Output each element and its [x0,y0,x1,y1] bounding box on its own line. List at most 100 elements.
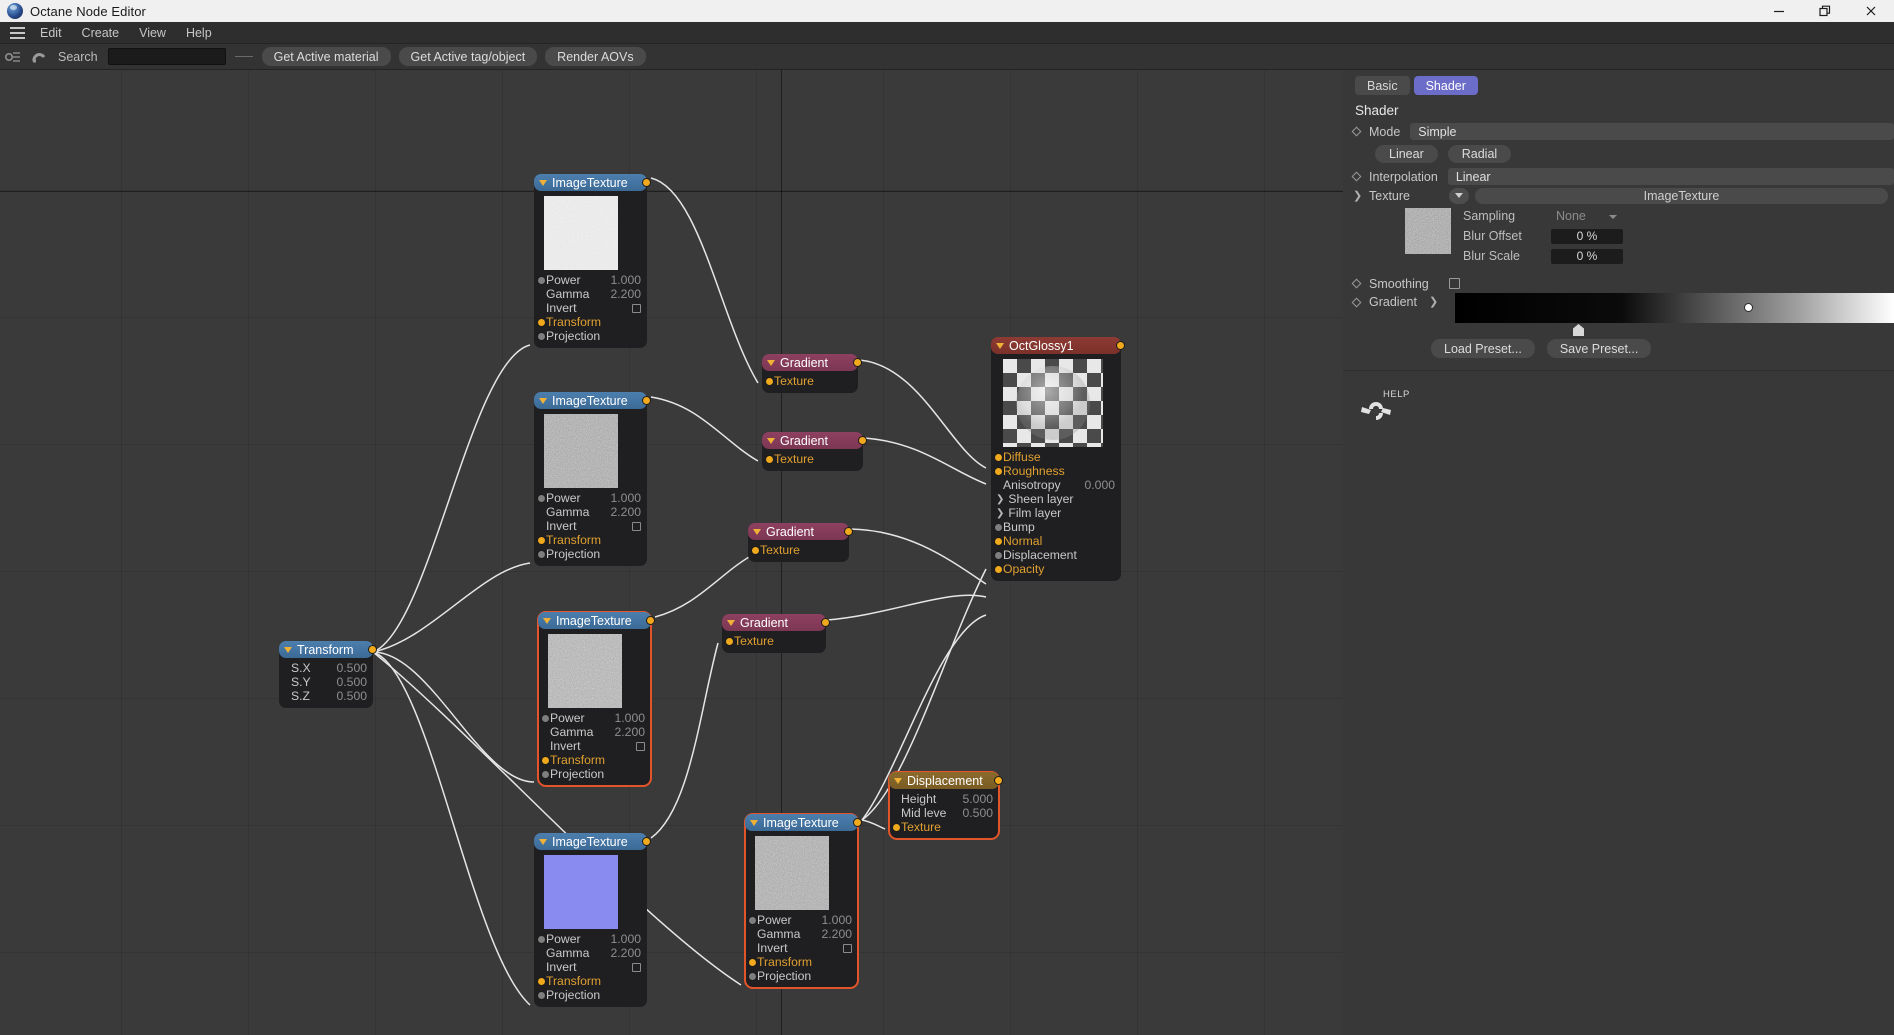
node-header[interactable]: Gradient [762,354,862,371]
node-imagetexture-2[interactable]: ImageTexture Power 1.000 Gamma 2.200 Invert Tr… [534,392,651,566]
node-row[interactable]: ❯ Film layer [996,506,1115,520]
gradient-editor[interactable] [1455,293,1894,336]
node-row[interactable]: Transform [541,753,645,767]
node-row[interactable]: Projection [537,329,641,343]
node-row[interactable]: Power 1.000 [537,273,641,287]
node-row[interactable]: Transform [537,533,641,547]
node-row[interactable]: Power 1.000 [541,711,646,725]
input-port[interactable] [541,755,550,765]
input-port[interactable] [537,493,546,503]
row-value[interactable]: 0.500 [327,675,368,689]
row-value[interactable]: 0.500 [327,661,368,675]
blur-offset-input[interactable]: 0 % [1551,228,1623,244]
node-graph-canvas[interactable]: ImageTexture Power 1.000 Gamma 2.200 Invert Tr… [0,70,1343,1035]
row-value[interactable]: 5.000 [953,792,994,806]
row-value[interactable]: 2.200 [601,505,642,519]
gradient-knob[interactable] [1744,303,1753,312]
node-gradient-2[interactable]: Gradient Texture [762,432,867,471]
input-port[interactable] [765,376,774,386]
chevron-right-icon[interactable]: ❯ [1353,189,1362,202]
node-row[interactable]: Anisotropy 0.000 [1003,478,1115,492]
input-port[interactable] [537,331,546,341]
node-gradient-1[interactable]: Gradient Texture [762,354,862,393]
row-value[interactable]: 0.000 [1075,478,1116,492]
row-checkbox[interactable] [632,521,641,531]
row-value[interactable]: 1.000 [605,711,646,725]
expand-arrow-icon[interactable]: ❯ [996,494,1004,505]
node-displacement-1[interactable]: Displacement Height 5.000 Mid leve 0.500 Text… [888,771,1003,840]
row-value[interactable]: 2.200 [812,927,853,941]
node-row[interactable]: Transform [537,974,641,988]
collapse-caret-icon[interactable] [539,397,547,404]
row-checkbox[interactable] [636,741,645,751]
save-preset-button[interactable]: Save Preset... [1546,339,1652,358]
node-header[interactable]: ImageTexture [534,174,651,191]
input-port[interactable] [751,545,760,555]
node-output-port[interactable] [994,776,1003,785]
input-port[interactable] [994,466,1003,476]
node-gradient-3[interactable]: Gradient Texture [748,523,853,562]
node-row[interactable]: Invert [546,301,641,315]
load-preset-button[interactable]: Load Preset... [1431,339,1535,358]
collapse-caret-icon[interactable] [996,342,1004,349]
minimize-icon[interactable] [1756,0,1802,22]
node-row[interactable]: Gamma 2.200 [757,927,852,941]
node-row[interactable]: Displacement [994,548,1115,562]
collapse-caret-icon[interactable] [894,777,902,784]
node-row[interactable]: Bump [994,520,1115,534]
row-value[interactable]: 2.200 [601,287,642,301]
input-port[interactable] [541,769,550,779]
input-port[interactable] [892,822,901,832]
input-port[interactable] [725,636,734,646]
input-port[interactable] [765,454,774,464]
input-port[interactable] [537,990,546,1000]
node-row[interactable]: Invert [550,739,645,753]
node-row[interactable]: Texture [765,452,857,466]
node-row[interactable]: Projection [537,988,641,1002]
input-port[interactable] [537,535,546,545]
node-imagetexture-5[interactable]: ImageTexture Power 1.000 Gamma 2.200 Invert Tr… [744,813,862,989]
node-header[interactable]: Displacement [889,772,1003,789]
input-port[interactable] [537,934,546,944]
render-aovs-button[interactable]: Render AOVs [545,47,646,66]
node-row[interactable]: Power 1.000 [537,491,642,505]
collapse-caret-icon[interactable] [543,617,551,624]
gradient-bar[interactable] [1455,293,1894,323]
node-row[interactable]: Roughness [994,464,1115,478]
tab-basic[interactable]: Basic [1355,76,1410,95]
close-icon[interactable] [1848,0,1894,22]
node-row[interactable]: Height 5.000 [901,792,993,806]
input-port[interactable] [537,549,546,559]
node-transform-1[interactable]: Transform S.X 0.500 S.Y 0.500 S.Z 0.500 [279,641,377,708]
linear-pill-button[interactable]: Linear [1375,145,1438,163]
node-header[interactable]: OctGlossy1 [991,337,1125,354]
node-header[interactable]: ImageTexture [534,392,651,409]
node-header[interactable]: Gradient [762,432,867,449]
node-row[interactable]: Transform [748,955,852,969]
node-output-port[interactable] [646,616,655,625]
node-row[interactable]: S.Y 0.500 [291,675,367,689]
node-row[interactable]: Projection [748,969,852,983]
node-row[interactable]: Power 1.000 [748,913,853,927]
node-imagetexture-3[interactable]: ImageTexture Power 1.000 Gamma 2.200 Invert Tr… [537,611,655,787]
row-value[interactable]: 1.000 [812,913,853,927]
collapse-caret-icon[interactable] [753,528,761,535]
node-header[interactable]: ImageTexture [534,833,651,850]
node-imagetexture-1[interactable]: ImageTexture Power 1.000 Gamma 2.200 Invert Tr… [534,174,651,348]
node-output-port[interactable] [1116,341,1125,350]
row-value[interactable]: 2.200 [605,725,646,739]
node-row[interactable]: Texture [892,820,993,834]
node-output-port[interactable] [642,178,651,187]
node-row[interactable]: S.Z 0.500 [291,689,367,703]
node-row[interactable]: Transform [537,315,641,329]
node-header[interactable]: ImageTexture [538,612,655,629]
row-value[interactable]: 1.000 [601,491,642,505]
node-output-port[interactable] [642,837,651,846]
chevron-right-icon[interactable]: ❯ [1429,295,1438,308]
node-graph-icon[interactable] [3,46,25,68]
collapse-caret-icon[interactable] [727,619,735,626]
node-row[interactable]: Gamma 2.200 [546,946,641,960]
node-output-port[interactable] [853,358,862,367]
menu-edit[interactable]: Edit [30,23,72,43]
node-row[interactable]: Gamma 2.200 [546,287,641,301]
